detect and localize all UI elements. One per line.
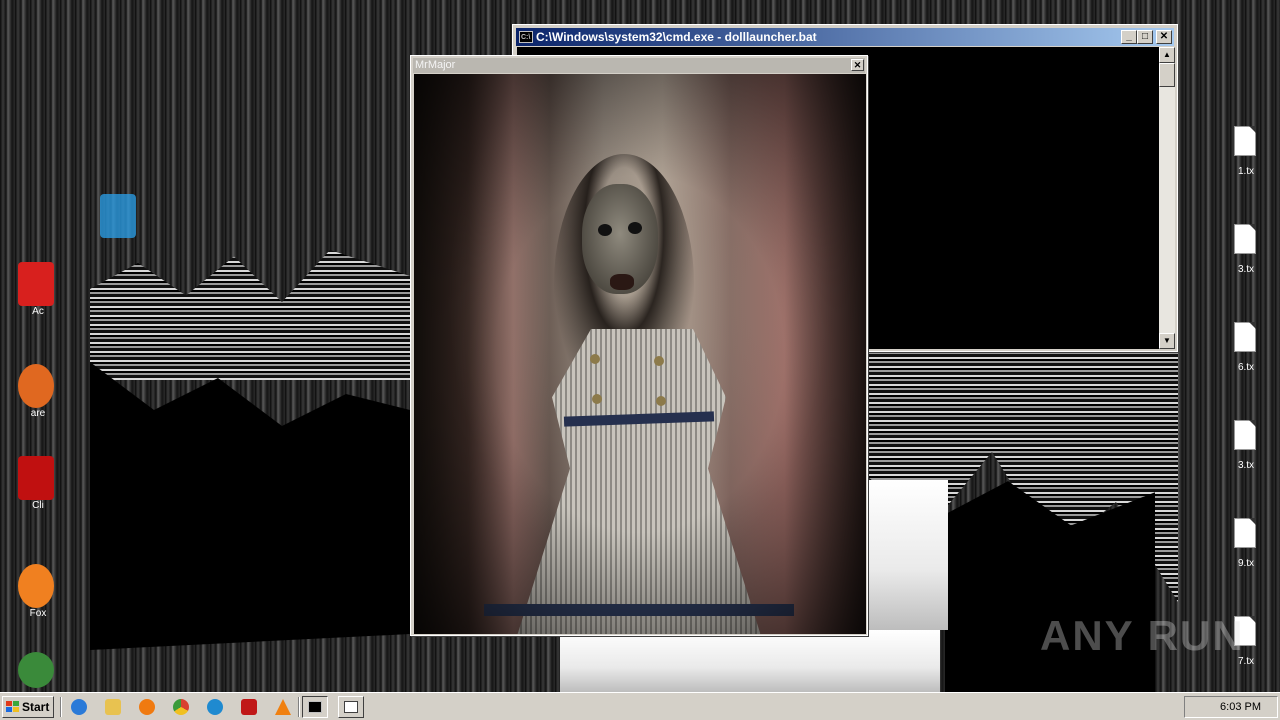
text-file-icon — [1234, 420, 1256, 450]
window-icon — [344, 701, 358, 713]
mrmajor-title-text: MrMajor — [415, 59, 456, 71]
desktop-file-label: 3.tx — [1237, 264, 1255, 275]
folder-icon — [100, 194, 136, 238]
start-label: Start — [22, 700, 50, 714]
cmd-scrollbar[interactable]: ▲ ▼ — [1159, 47, 1175, 349]
windows-logo-icon — [6, 701, 19, 713]
cmd-icon — [308, 701, 322, 713]
desktop-icon-chrome[interactable] — [8, 648, 58, 690]
doll-image — [414, 74, 866, 634]
firefox-icon — [18, 564, 54, 608]
desktop-file-label: 9.tx — [1237, 558, 1255, 569]
internet-explorer-icon — [71, 699, 87, 715]
app-red-icon — [241, 699, 257, 715]
desktop-icon-ccleaner[interactable]: are — [8, 360, 58, 420]
desktop-icon-label: Fox — [29, 608, 47, 619]
text-file-icon — [1234, 224, 1256, 254]
image-vignette — [414, 74, 866, 634]
system-tray: 6:03 PM — [1184, 696, 1278, 718]
quick-launch-internet-explorer[interactable] — [68, 697, 90, 717]
glitch-smear — [560, 630, 940, 692]
desktop-icon-label: Ac — [32, 306, 44, 317]
desktop-file[interactable]: 3.tx — [1222, 224, 1262, 282]
start-button[interactable]: Start — [2, 696, 54, 718]
text-file-icon — [1234, 322, 1256, 352]
clock[interactable]: 6:03 PM — [1220, 701, 1261, 713]
quick-launch-app[interactable] — [238, 697, 260, 717]
close-button[interactable]: ✕ — [851, 59, 864, 71]
scroll-thumb[interactable] — [1159, 63, 1175, 87]
quick-launch-edge[interactable] — [204, 697, 226, 717]
desktop-icon-label: are — [30, 408, 46, 419]
taskbar-button-mrmajor[interactable] — [338, 696, 364, 718]
close-button[interactable]: ✕ — [1156, 30, 1172, 44]
desktop-icon-acrobat[interactable]: Ac — [8, 258, 58, 318]
text-file-icon — [1234, 126, 1256, 156]
quick-launch-file-explorer[interactable] — [102, 697, 124, 717]
quick-launch-chrome[interactable] — [170, 697, 192, 717]
text-file-icon — [1234, 518, 1256, 548]
cmd-app-icon[interactable] — [519, 29, 533, 47]
glitch-artifact — [90, 250, 410, 380]
media-player-icon — [139, 699, 155, 715]
desktop-icon-label: Cli — [32, 500, 44, 511]
ccleaner-icon — [18, 364, 54, 408]
mrmajor-window[interactable]: MrMajor ✕ — [410, 55, 868, 636]
quick-launch-media-player[interactable] — [136, 697, 158, 717]
edge-icon — [207, 699, 223, 715]
taskbar-button-cmd[interactable] — [302, 696, 328, 718]
quick-launch-vlc[interactable] — [272, 697, 294, 717]
desktop-icon-glitched[interactable] — [90, 190, 140, 250]
desktop-file-label: 1.tx — [1237, 166, 1255, 177]
desktop-file[interactable]: 6.tx — [1222, 322, 1262, 380]
scroll-up-arrow-icon[interactable]: ▲ — [1159, 47, 1175, 63]
taskbar-separator — [60, 697, 62, 717]
desktop-file[interactable]: 3.tx — [1222, 420, 1262, 478]
chrome-icon — [173, 699, 189, 715]
taskbar: Start 6:03 PM — [0, 692, 1280, 720]
glitch-smear — [868, 480, 948, 630]
acrobat-icon — [18, 262, 54, 306]
desktop-file[interactable]: 1.tx — [1222, 126, 1262, 184]
mrmajor-title-bar[interactable]: MrMajor ✕ — [413, 58, 865, 73]
vlc-icon — [275, 699, 291, 715]
desktop-file[interactable]: 9.tx — [1222, 518, 1262, 576]
scroll-down-arrow-icon[interactable]: ▼ — [1159, 333, 1175, 349]
cmd-title-bar[interactable]: C:\Windows\system32\cmd.exe - dolllaunch… — [516, 28, 1174, 47]
desktop-icon-firefox[interactable]: Fox — [8, 560, 58, 620]
desktop-file-label: 6.tx — [1237, 362, 1255, 373]
desktop-icon-filezilla[interactable]: Cli — [8, 452, 58, 512]
anyrun-watermark: ANY RUN — [1040, 612, 1245, 659]
file-explorer-icon — [105, 699, 121, 715]
minimize-button[interactable]: _ — [1121, 30, 1137, 44]
filezilla-icon — [18, 456, 54, 500]
cmd-title-text: C:\Windows\system32\cmd.exe - dolllaunch… — [536, 30, 817, 44]
desktop-file-label: 3.tx — [1237, 460, 1255, 471]
taskbar-separator — [298, 697, 300, 717]
chrome-icon — [18, 652, 54, 688]
maximize-button[interactable]: □ — [1137, 30, 1153, 44]
